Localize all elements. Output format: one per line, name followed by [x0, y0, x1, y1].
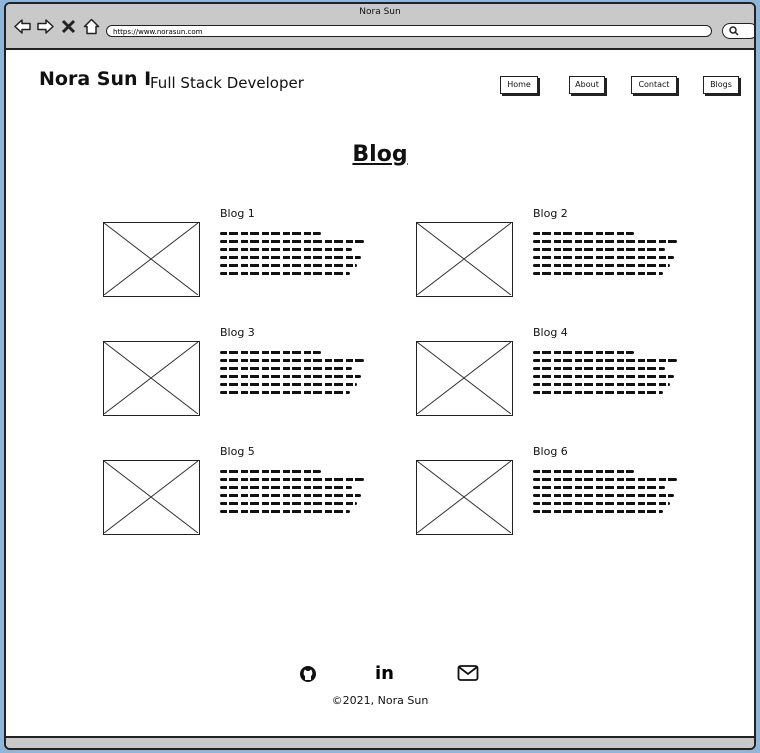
blog-title[interactable]: Blog 1 — [220, 207, 255, 220]
blog-title[interactable]: Blog 6 — [533, 445, 568, 458]
image-placeholder-icon[interactable] — [416, 460, 513, 535]
status-bar — [6, 736, 754, 748]
browser-nav-buttons — [14, 18, 100, 35]
image-placeholder-icon[interactable] — [103, 222, 200, 297]
mail-icon[interactable] — [457, 664, 479, 684]
github-icon[interactable] — [298, 664, 320, 684]
nav-about-button[interactable]: About — [569, 76, 605, 94]
browser-search-button[interactable] — [722, 23, 754, 39]
linkedin-icon[interactable]: in — [375, 664, 397, 684]
brand-name[interactable]: Nora Sun I — [39, 68, 151, 90]
blog-excerpt — [220, 232, 364, 280]
nav-contact-button[interactable]: Contact — [631, 76, 677, 94]
blog-excerpt — [533, 351, 677, 399]
image-placeholder-icon[interactable] — [416, 341, 513, 416]
nav-blogs-button[interactable]: Blogs — [703, 76, 739, 94]
stop-icon[interactable] — [60, 18, 77, 35]
blog-excerpt — [533, 232, 677, 280]
blog-excerpt — [220, 470, 364, 518]
blog-excerpt — [220, 351, 364, 399]
tagline: Full Stack Developer — [150, 74, 304, 92]
blog-title[interactable]: Blog 2 — [533, 207, 568, 220]
blog-title[interactable]: Blog 5 — [220, 445, 255, 458]
blog-title[interactable]: Blog 4 — [533, 326, 568, 339]
back-arrow-icon[interactable] — [14, 18, 31, 35]
page-heading: Blog — [352, 142, 408, 167]
image-placeholder-icon[interactable] — [103, 460, 200, 535]
url-bar[interactable]: https://www.norasun.com — [106, 25, 712, 37]
blog-excerpt — [533, 470, 677, 518]
nav-home-button[interactable]: Home — [500, 76, 538, 94]
forward-arrow-icon[interactable] — [37, 18, 54, 35]
browser-window: Nora Sun https://www.norasun.com Nora Su… — [4, 2, 756, 750]
image-placeholder-icon[interactable] — [416, 222, 513, 297]
image-placeholder-icon[interactable] — [103, 341, 200, 416]
window-title: Nora Sun — [359, 7, 401, 17]
home-icon[interactable] — [83, 18, 100, 35]
blog-title[interactable]: Blog 3 — [220, 326, 255, 339]
title-bar: Nora Sun https://www.norasun.com — [6, 4, 754, 50]
copyright-text: ©2021, Nora Sun — [331, 694, 429, 707]
